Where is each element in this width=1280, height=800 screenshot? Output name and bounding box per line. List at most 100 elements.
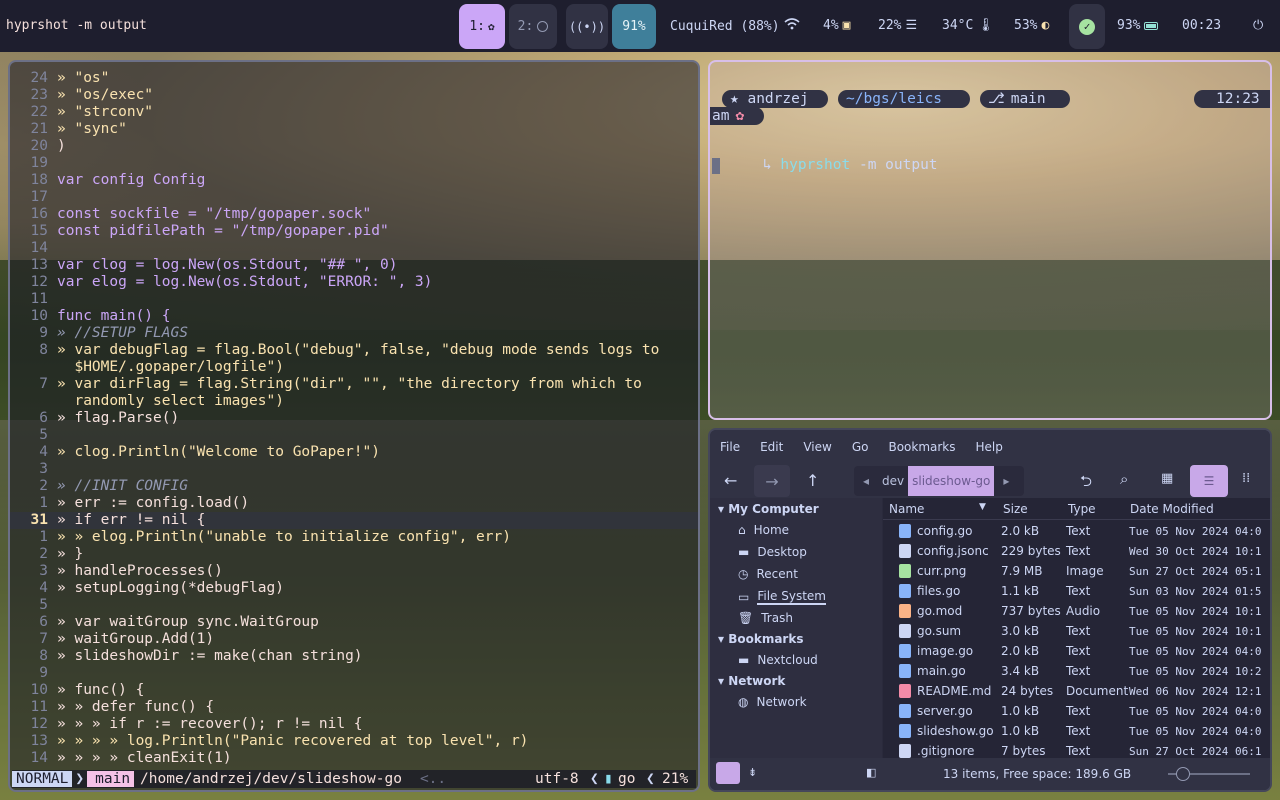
sidebar-item-home[interactable]: ⌂ Home: [738, 523, 789, 537]
code-line[interactable]: 22 » "strconv": [10, 104, 698, 121]
code-line[interactable]: 6 » flag.Parse(): [10, 410, 698, 427]
forward-arrow-icon[interactable]: →: [754, 465, 790, 497]
breadcrumb-current[interactable]: slideshow-go: [908, 466, 995, 496]
file-row[interactable]: README.md 24 bytes Document Wed 06 Nov 2024…: [883, 681, 1270, 701]
power-icon[interactable]: ⏻: [1253, 18, 1263, 33]
code-line[interactable]: 2 » }: [10, 546, 698, 563]
sidebar-item-trash[interactable]: 🗑︎ Trash: [738, 611, 793, 625]
file-row[interactable]: config.go 2.0 kB Text Tue 05 Nov 2024 04:0: [883, 521, 1270, 541]
icon-view-icon[interactable]: ▦: [1161, 471, 1173, 486]
menu-bookmarks[interactable]: Bookmarks: [888, 440, 955, 454]
code-line[interactable]: 9: [10, 665, 698, 682]
brightness-widget[interactable]: 53% ◐: [1014, 18, 1049, 33]
column-size[interactable]: Size: [1003, 502, 1028, 516]
code-line[interactable]: 11: [10, 291, 698, 308]
code-line[interactable]: 12 var elog = log.New(os.Stdout, "ERROR: …: [10, 274, 698, 291]
search-icon[interactable]: ⌕: [1120, 470, 1128, 488]
code-line[interactable]: 4 » clog.Println("Welcome to GoPaper!"): [10, 444, 698, 461]
sidebar-item-network[interactable]: ◍ Network: [738, 695, 807, 709]
wifi-widget[interactable]: CuquiRed (88%): [670, 18, 800, 34]
code-line[interactable]: $HOME/.gopaper/logfile"): [10, 359, 698, 376]
command-line[interactable]: ↳ hyprshot -m output: [728, 141, 938, 189]
terminal-window[interactable]: ★ andrzej ~/bgs/leics ⎇ main 12:23 am ✿ …: [708, 60, 1272, 420]
code-line[interactable]: 14: [10, 240, 698, 257]
code-line[interactable]: 10 » func() {: [10, 682, 698, 699]
code-line[interactable]: 11 » » defer func() {: [10, 699, 698, 716]
code-line[interactable]: 18 var config Config: [10, 172, 698, 189]
code-line[interactable]: 2 » //INIT CONFIG: [10, 478, 698, 495]
code-line[interactable]: 8 » slideshowDir := make(chan string): [10, 648, 698, 665]
idle-inhibitor-button[interactable]: ✓: [1069, 4, 1105, 49]
menu-go[interactable]: Go: [852, 440, 869, 454]
code-line[interactable]: 19: [10, 155, 698, 172]
file-row[interactable]: image.go 2.0 kB Text Tue 05 Nov 2024 04:0: [883, 641, 1270, 661]
sidebar-item-nextcloud[interactable]: ▬ Nextcloud: [738, 653, 818, 667]
code-line[interactable]: 15 const pidfilePath = "/tmp/gopaper.pid": [10, 223, 698, 240]
column-type[interactable]: Type: [1068, 502, 1096, 516]
code-line[interactable]: 3: [10, 461, 698, 478]
code-line[interactable]: 7 » var dirFlag = flag.String("dir", "", …: [10, 376, 698, 393]
places-toggle-button[interactable]: [716, 762, 740, 784]
code-line[interactable]: 13 » » » » log.Println("Panic recovered a…: [10, 733, 698, 750]
my-computer-heading[interactable]: ▾ My Computer: [718, 502, 819, 516]
network-heading[interactable]: ▾ Network: [718, 674, 785, 688]
code-line[interactable]: 31 » if err != nil {: [10, 512, 698, 529]
file-list[interactable]: Name ▼ Size Type Date Modified config.go…: [883, 498, 1270, 760]
toggle-location-icon[interactable]: ⮌: [1080, 471, 1092, 496]
file-manager-window[interactable]: File Edit View Go Bookmarks Help ← → ↑ ◂…: [708, 428, 1272, 792]
file-row[interactable]: server.go 1.0 kB Text Tue 05 Nov 2024 04:0: [883, 701, 1270, 721]
code-line[interactable]: 10 func main() {: [10, 308, 698, 325]
code-line[interactable]: 16 const sockfile = "/tmp/gopaper.sock": [10, 206, 698, 223]
file-row[interactable]: main.go 3.4 kB Text Tue 05 Nov 2024 10:2: [883, 661, 1270, 681]
code-line[interactable]: 3 » handleProcesses(): [10, 563, 698, 580]
code-line[interactable]: randomly select images"): [10, 393, 698, 410]
code-line[interactable]: 5: [10, 427, 698, 444]
code-line[interactable]: 13 var clog = log.New(os.Stdout, "## ", 0…: [10, 257, 698, 274]
code-line[interactable]: 1 » err := config.load(): [10, 495, 698, 512]
bookmarks-heading[interactable]: ▾ Bookmarks: [718, 632, 803, 646]
list-view-icon[interactable]: ☰: [1190, 465, 1228, 497]
code-line[interactable]: 9 » //SETUP FLAGS: [10, 325, 698, 342]
code-line[interactable]: 20): [10, 138, 698, 155]
neovim-window[interactable]: 24» "os" 23» "os/exec" 22» "strconv" 21» "s…: [8, 60, 700, 792]
tree-toggle-button[interactable]: ⇟: [748, 766, 757, 779]
code-line[interactable]: 5: [10, 597, 698, 614]
breadcrumb-dev[interactable]: dev: [878, 474, 908, 488]
file-row[interactable]: go.sum 3.0 kB Text Tue 05 Nov 2024 10:1: [883, 621, 1270, 641]
back-arrow-icon[interactable]: ←: [724, 471, 737, 490]
code-line[interactable]: 24 » "os": [10, 70, 698, 87]
code-buffer[interactable]: 24» "os" 23» "os/exec" 22» "strconv" 21» "s…: [10, 70, 698, 767]
code-line[interactable]: 6 » var waitGroup sync.WaitGroup: [10, 614, 698, 631]
code-line[interactable]: 8 » var debugFlag = flag.Bool("debug", fa…: [10, 342, 698, 359]
breadcrumb-right-icon[interactable]: ▸: [994, 474, 1018, 488]
sidebar-item-filesystem[interactable]: ▭ File System: [738, 589, 826, 605]
file-row[interactable]: slideshow.go 1.0 kB Text Tue 05 Nov 2024 04…: [883, 721, 1270, 741]
file-row[interactable]: config.jsonc 229 bytes Text Wed 30 Oct 2024…: [883, 541, 1270, 561]
code-line[interactable]: 14 » » » » cleanExit(1): [10, 750, 698, 767]
file-row[interactable]: go.mod 737 bytes Audio Tue 05 Nov 2024 10:1: [883, 601, 1270, 621]
toggle-sidebar-icon[interactable]: ◧: [866, 766, 876, 779]
menu-edit[interactable]: Edit: [760, 440, 783, 454]
workspace-2-button[interactable]: 2:: [509, 4, 557, 49]
workspace-1-button[interactable]: 1: ✿: [459, 4, 505, 49]
code-line[interactable]: 12 » » » if r := recover(); r != nil {: [10, 716, 698, 733]
volume-button[interactable]: 91%: [612, 4, 656, 49]
code-line[interactable]: 7 » waitGroup.Add(1): [10, 631, 698, 648]
code-line[interactable]: 23 » "os/exec": [10, 87, 698, 104]
breadcrumb-left-icon[interactable]: ◂: [854, 474, 878, 488]
sidebar-item-desktop[interactable]: ▬ Desktop: [738, 545, 807, 559]
up-arrow-icon[interactable]: ↑: [806, 471, 819, 490]
broadcast-button[interactable]: ((•)): [566, 4, 608, 49]
menu-view[interactable]: View: [803, 440, 831, 454]
code-line[interactable]: 17: [10, 189, 698, 206]
sidebar-item-recent[interactable]: ◷ Recent: [738, 567, 798, 581]
code-line[interactable]: 1 » » elog.Println("unable to initialize …: [10, 529, 698, 546]
code-line[interactable]: 21 » "sync": [10, 121, 698, 138]
menu-help[interactable]: Help: [976, 440, 1003, 454]
menu-file[interactable]: File: [720, 440, 740, 454]
column-name[interactable]: Name: [889, 502, 924, 516]
column-date[interactable]: Date Modified: [1130, 502, 1214, 516]
zoom-slider-handle[interactable]: [1176, 767, 1190, 781]
compact-view-icon[interactable]: ⁞⁞: [1242, 471, 1250, 486]
file-row[interactable]: curr.png 7.9 MB Image Sun 27 Oct 2024 05:1: [883, 561, 1270, 581]
